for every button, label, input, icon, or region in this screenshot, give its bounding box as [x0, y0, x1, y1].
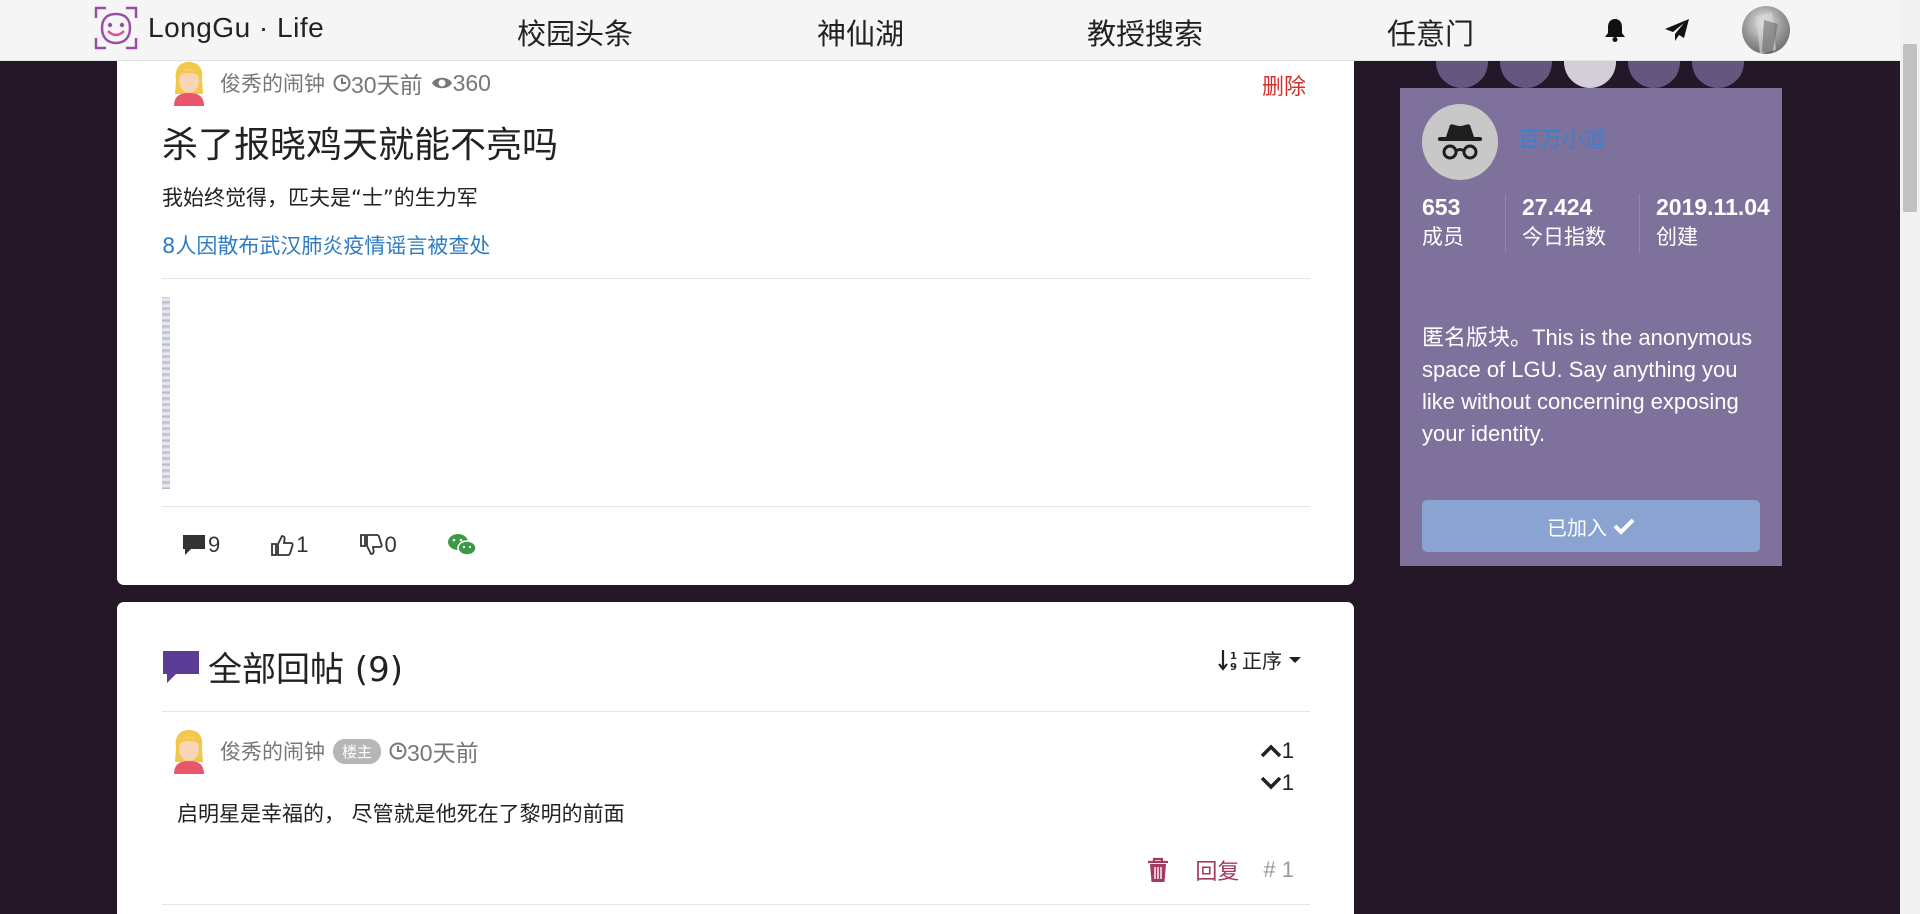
eye-icon [431, 77, 452, 89]
stat-value: 27.424 [1522, 194, 1593, 220]
downvote-button[interactable]: 1 [1260, 767, 1294, 799]
like-button[interactable]: 1 [270, 532, 309, 558]
post-views-count: 360 [452, 69, 491, 96]
upvote-button[interactable]: 1 [1260, 735, 1294, 767]
divider [162, 278, 1310, 279]
sort-label: 正序 [1242, 649, 1282, 673]
nav-random-door[interactable]: 任意门 [1387, 11, 1474, 53]
scrollbar-thumb[interactable] [1903, 44, 1917, 212]
stat-label: 今日指数 [1522, 225, 1606, 249]
divider [162, 711, 1310, 712]
reply-author-avatar-icon[interactable] [170, 728, 208, 774]
check-icon [1613, 518, 1635, 535]
downvote-count: 1 [1281, 770, 1294, 795]
community-sidebar: 百万小道 653 成员 27.424 今日指数 2019.11.04 创建 匿名… [1400, 88, 1782, 566]
clock-icon [389, 742, 407, 760]
stat-members: 653 成员 [1422, 194, 1506, 253]
svg-text:9: 9 [1230, 662, 1237, 672]
wechat-share-button[interactable] [447, 533, 479, 557]
nav-professor-search[interactable]: 教授搜索 [1087, 11, 1203, 53]
reply-vote-box: 1 1 [1260, 735, 1294, 799]
reply-text: 启明星是幸福的， 尽管就是他死在了黎明的前面 [177, 802, 625, 826]
stat-label: 成员 [1422, 225, 1464, 249]
divider [162, 904, 1310, 905]
dislike-count: 0 [384, 532, 397, 557]
incognito-icon [1422, 104, 1498, 180]
reply-button[interactable]: 回复 [1195, 854, 1239, 886]
replies-header: 全部回帖 (9) [162, 642, 403, 691]
community-description: 匿名版块。This is the anonymous space of LGU.… [1422, 325, 1753, 446]
author-name[interactable]: 俊秀的闹钟 [220, 68, 325, 98]
divider [162, 506, 1310, 507]
user-avatar[interactable] [1742, 6, 1790, 54]
dislike-button[interactable]: 0 [359, 532, 397, 558]
stat-label: 创建 [1656, 225, 1698, 249]
comment-icon [163, 650, 199, 683]
thumbs-down-icon [359, 534, 383, 555]
sort-dropdown[interactable]: 19 正序 [1218, 645, 1302, 674]
post-views: 360 [431, 70, 491, 97]
community-stats: 653 成员 27.424 今日指数 2019.11.04 创建 [1422, 194, 1796, 253]
reply-meta: 俊秀的闹钟 楼主 30天前 [170, 728, 479, 774]
author-avatar-icon[interactable] [170, 60, 208, 106]
post-meta: 俊秀的闹钟 30天前 360 [170, 60, 491, 106]
reply-author-name[interactable]: 俊秀的闹钟 [220, 736, 325, 766]
post-actions: 9 1 0 [182, 532, 529, 558]
chevron-up-icon [1260, 744, 1281, 758]
bell-icon[interactable] [1600, 15, 1630, 45]
community-name-link[interactable]: 百万小道 [1518, 122, 1606, 154]
reply-time-text: 30天前 [407, 740, 479, 766]
post-title: 杀了报晓鸡天就能不亮吗 [162, 125, 559, 166]
post-time-text: 30天前 [351, 72, 423, 98]
nav-campus-news[interactable]: 校园头条 [517, 11, 633, 53]
stat-created: 2019.11.04 创建 [1656, 194, 1796, 253]
comment-icon [183, 535, 205, 555]
sort-numeric-icon: 19 [1218, 649, 1237, 672]
stat-today-index: 27.424 今日指数 [1522, 194, 1640, 253]
post-image-thumbnail[interactable] [162, 297, 170, 489]
chevron-down-icon [1260, 776, 1281, 790]
brand-name: LongGu · Life [148, 12, 325, 43]
post-body: 我始终觉得，匹夫是“士”的生力军 [162, 186, 478, 210]
caret-down-icon [1289, 656, 1301, 663]
trash-icon[interactable] [1147, 857, 1169, 883]
delete-post-link[interactable]: 删除 [1262, 69, 1306, 101]
upvote-count: 1 [1281, 738, 1294, 763]
joined-button[interactable]: 已加入 [1422, 500, 1760, 552]
post-external-link[interactable]: 8人因散布武汉肺炎疫情谣言被查处 [162, 230, 490, 260]
stat-value: 653 [1422, 194, 1461, 220]
join-label: 已加入 [1547, 515, 1607, 540]
reply-actions: 回复 # 1 [1147, 854, 1294, 886]
owner-badge: 楼主 [333, 738, 382, 764]
reply-time: 30天前 [389, 734, 479, 768]
replies-card: 全部回帖 (9) 19 正序 俊秀的闹钟 楼主 30天前 1 1 启明星是幸福的… [117, 602, 1354, 914]
stat-value: 2019.11.04 [1656, 194, 1770, 220]
like-count: 1 [296, 532, 309, 557]
nav-shenxian-lake[interactable]: 神仙湖 [817, 11, 904, 53]
floor-number: # 1 [1263, 857, 1294, 882]
paper-plane-icon[interactable] [1662, 15, 1692, 45]
replies-title: 全部回帖 (9) [208, 650, 403, 690]
post-time: 30天前 [333, 66, 423, 100]
thumbs-up-icon [271, 535, 294, 556]
page-scrollbar[interactable] [1900, 0, 1920, 914]
post-card: 俊秀的闹钟 30天前 360 删除 杀了报晓鸡天就能不亮吗 我始终觉得，匹夫是“… [117, 42, 1354, 585]
clock-icon [333, 74, 351, 92]
wechat-icon [447, 534, 477, 556]
comment-button[interactable]: 9 [182, 532, 220, 558]
brand-link[interactable]: LongGu · Life [94, 6, 324, 50]
svg-text:1: 1 [1230, 651, 1237, 662]
smiley-logo-icon [94, 6, 138, 50]
comment-count: 9 [208, 532, 221, 557]
top-navbar: LongGu · Life 校园头条 神仙湖 教授搜索 任意门 [0, 0, 1900, 61]
